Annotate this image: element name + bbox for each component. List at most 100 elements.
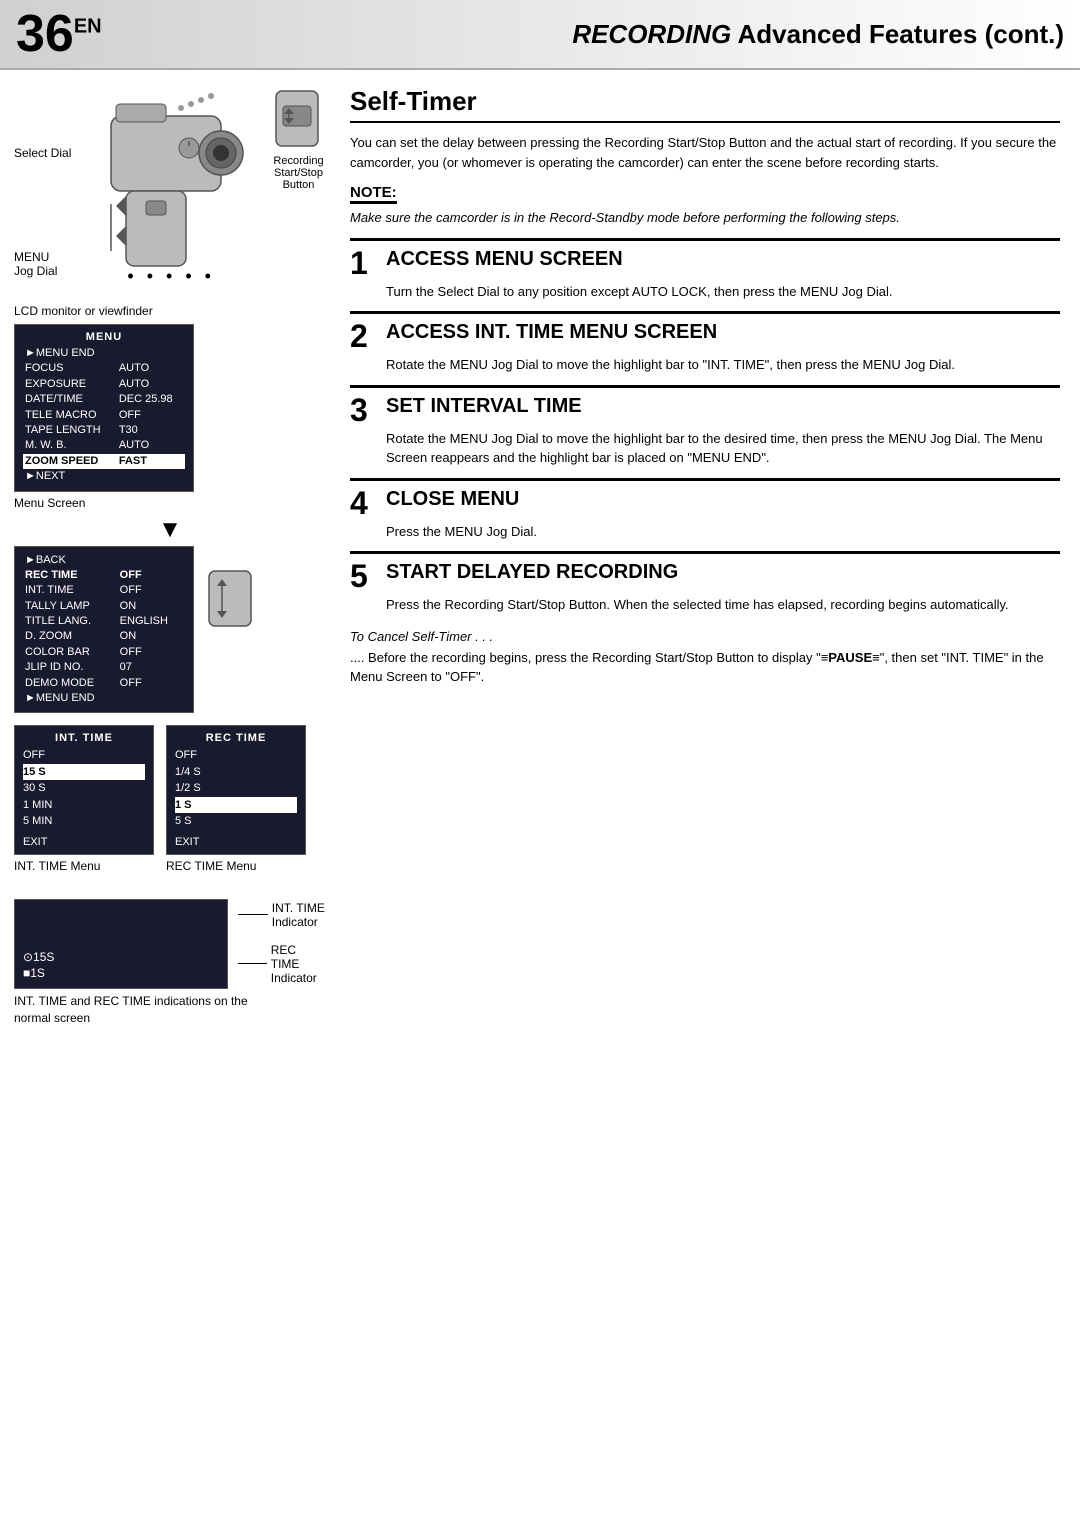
int-time-15s: 15 S xyxy=(23,764,145,781)
step-3-body: Rotate the MENU Jog Dial to move the hig… xyxy=(386,429,1060,468)
rec-time-off: OFF xyxy=(175,747,297,764)
rec-time-14s: 1/4 S xyxy=(175,764,297,781)
rec-time-12s: 1/2 S xyxy=(175,780,297,797)
menu-jog-label: MENU Jog Dial xyxy=(14,250,71,278)
step-2-number: 2 xyxy=(350,320,378,352)
select-dial-text: Select Dial xyxy=(14,146,71,160)
normal-screen-box: ⊙15S ■1S xyxy=(14,899,228,989)
normal-screen-section: ⊙15S ■1S INT. TIME Indicator xyxy=(14,891,326,1027)
rec-line1: Recording xyxy=(273,155,323,167)
recording-button-label: Recording Start/Stop Button xyxy=(273,155,323,191)
int-time-1min: 1 MIN xyxy=(23,797,145,814)
menu-row: DATE/TIMEDEC 25.98 xyxy=(23,392,185,407)
left-column: Select Dial MENU Jog Dial xyxy=(0,70,340,1043)
rec-time-label: REC TIME Menu xyxy=(166,859,306,873)
menu-jog-line2: Jog Dial xyxy=(14,264,71,278)
menu-row: ►MENU END xyxy=(23,346,185,361)
step-5-title: START DELAYED RECORDING xyxy=(386,560,678,584)
int-time-exit: EXIT xyxy=(23,836,145,848)
page-header: 36EN RECORDING Advanced Features (cont.) xyxy=(0,0,1080,70)
menu-row: INT. TIMEOFF xyxy=(23,583,185,598)
jog-dial-icon-2 xyxy=(204,566,259,631)
note-text: Make sure the camcorder is in the Record… xyxy=(350,208,1060,228)
rec-time-indicator-label: REC TIME Indicator xyxy=(271,943,326,985)
menu-screen-2: ►BACK REC TIMEOFF INT. TIMEOFF TALLY LAM… xyxy=(14,546,194,714)
step-1-title: ACCESS MENU SCREEN xyxy=(386,247,623,271)
menu-row: TALLY LAMPON xyxy=(23,599,185,614)
menu-screen-title: MENU xyxy=(23,331,185,343)
cancel-title: To Cancel Self-Timer . . . xyxy=(350,629,1060,644)
menu-row: REC TIMEOFF xyxy=(23,568,185,583)
main-content: Select Dial MENU Jog Dial xyxy=(0,70,1080,1043)
rec-time-menu: REC TIME OFF 1/4 S 1/2 S 1 S 5 S EXIT xyxy=(166,725,306,855)
menu-row: TELE MACROOFF xyxy=(23,408,185,423)
step-1-header: 1 ACCESS MENU SCREEN xyxy=(350,247,1060,279)
step-4-header: 4 CLOSE MENU xyxy=(350,487,1060,519)
menu-screen-label: Menu Screen xyxy=(14,496,326,510)
menu-table-2: ►BACK REC TIMEOFF INT. TIMEOFF TALLY LAM… xyxy=(23,553,185,707)
menu-row: ►NEXT xyxy=(23,469,185,484)
header-title-rest: Advanced Features (cont.) xyxy=(737,19,1064,49)
header-title: RECORDING Advanced Features (cont.) xyxy=(572,19,1064,50)
menu-row-highlight: ZOOM SPEEDFAST xyxy=(23,454,185,469)
indicator-labels: INT. TIME Indicator REC TIME Indicator xyxy=(238,901,326,985)
self-timer-title: Self-Timer xyxy=(350,86,1060,123)
int-time-menu: INT. TIME OFF 15 S 30 S 1 MIN 5 MIN EXIT xyxy=(14,725,154,855)
step-5: 5 START DELAYED RECORDING Press the Reco… xyxy=(350,551,1060,619)
cam-right-section: Recording Start/Stop Button xyxy=(271,86,326,191)
menu-row: EXPOSUREAUTO xyxy=(23,377,185,392)
intro-text: You can set the delay between pressing t… xyxy=(350,133,1060,172)
page-number: 36EN xyxy=(16,4,102,64)
step-5-header: 5 START DELAYED RECORDING xyxy=(350,560,1060,592)
menu-row: JLIP ID NO.07 xyxy=(23,660,185,675)
arrow-down-1: ▼ xyxy=(14,518,326,542)
note-title: NOTE: xyxy=(350,184,397,204)
rec-time-column: REC TIME OFF 1/4 S 1/2 S 1 S 5 S EXIT RE… xyxy=(166,725,306,881)
menu-row: TITLE LANG.ENGLISH xyxy=(23,614,185,629)
step-4-number: 4 xyxy=(350,487,378,519)
camcorder-section: Select Dial MENU Jog Dial xyxy=(14,86,326,298)
step-3-title: SET INTERVAL TIME xyxy=(386,394,582,418)
recording-button-icon xyxy=(271,86,326,151)
page-number-suffix: EN xyxy=(74,16,102,38)
int-time-30s: 30 S xyxy=(23,780,145,797)
step-4: 4 CLOSE MENU Press the MENU Jog Dial. xyxy=(350,478,1060,546)
int-time-indicator-label: INT. TIME Indicator xyxy=(272,901,325,929)
int-time-column: INT. TIME OFF 15 S 30 S 1 MIN 5 MIN EXIT… xyxy=(14,725,154,881)
rec-line3: Button xyxy=(273,179,323,191)
bottom-caption: INT. TIME and REC TIME indications on th… xyxy=(14,993,326,1027)
menu-table-1: ►MENU END FOCUSAUTO EXPOSUREAUTO DATE/TI… xyxy=(23,346,185,485)
step-2: 2 ACCESS INT. TIME MENU SCREEN Rotate th… xyxy=(350,311,1060,379)
step-2-title: ACCESS INT. TIME MENU SCREEN xyxy=(386,320,717,344)
normal-screen-row: ⊙15S ■1S INT. TIME Indicator xyxy=(14,891,326,989)
step-1-body: Turn the Select Dial to any position exc… xyxy=(386,282,1060,302)
note-section: NOTE: Make sure the camcorder is in the … xyxy=(350,184,1060,228)
menu-screen-1: MENU ►MENU END FOCUSAUTO EXPOSUREAUTO DA… xyxy=(14,324,194,492)
page-number-value: 36 xyxy=(16,5,74,63)
menu-row: ►BACK xyxy=(23,553,185,568)
lcd-label: LCD monitor or viewfinder xyxy=(14,304,326,318)
step-4-title: CLOSE MENU xyxy=(386,487,519,511)
cancel-text: .... Before the recording begins, press … xyxy=(350,648,1060,687)
step-1: 1 ACCESS MENU SCREEN Turn the Select Dia… xyxy=(350,238,1060,306)
header-title-italic: RECORDING xyxy=(572,19,731,49)
rec-time-title: REC TIME xyxy=(175,732,297,744)
menu-row: COLOR BAROFF xyxy=(23,645,185,660)
jog-icon-svg xyxy=(204,566,259,631)
menu-row: TAPE LENGTHT30 xyxy=(23,423,185,438)
int-time-title: INT. TIME xyxy=(23,732,145,744)
cam-left-labels: Select Dial MENU Jog Dial xyxy=(14,86,71,298)
menu-row: FOCUSAUTO xyxy=(23,361,185,376)
dots-decoration: • • • • • xyxy=(127,266,215,287)
indicator-line-1 xyxy=(238,914,268,915)
menu-row: ►MENU END xyxy=(23,691,185,706)
step-3-number: 3 xyxy=(350,394,378,426)
step-5-body: Press the Recording Start/Stop Button. W… xyxy=(386,595,1060,615)
indicator2-text: ■1S xyxy=(23,966,45,980)
camcorder-illustration xyxy=(91,86,251,286)
int-time-5min: 5 MIN xyxy=(23,813,145,830)
indicator-line-2 xyxy=(238,963,267,964)
step-3-header: 3 SET INTERVAL TIME xyxy=(350,394,1060,426)
menu-row: M. W. B.AUTO xyxy=(23,438,185,453)
select-dial-label: Select Dial xyxy=(14,146,71,160)
